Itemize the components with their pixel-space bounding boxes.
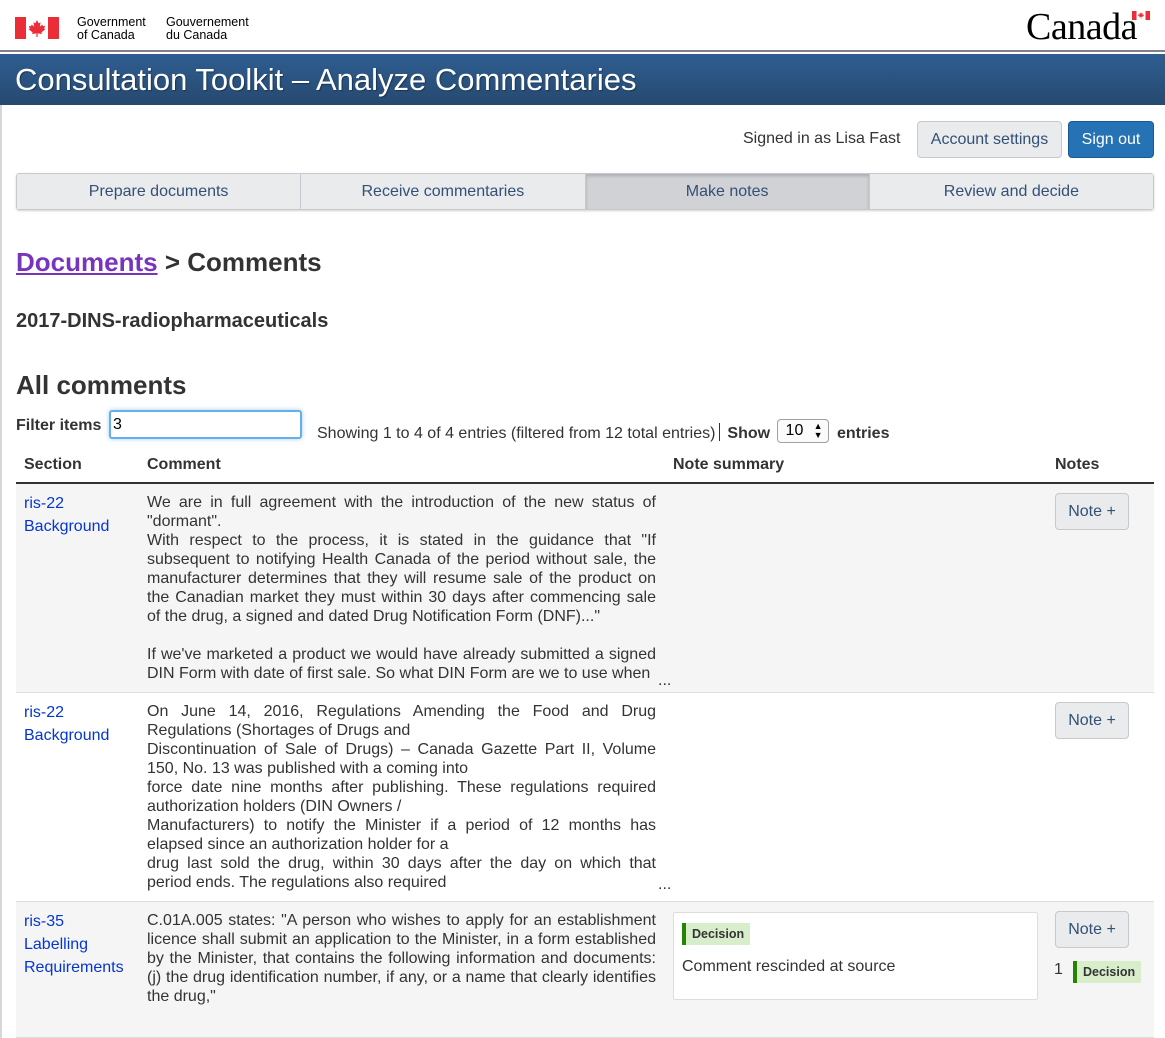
table-row: ris-35 Labelling Requirements C.01A.005 … xyxy=(16,902,1154,1038)
canada-flag-icon xyxy=(15,17,59,39)
breadcrumb: Documents > Comments xyxy=(16,246,322,278)
comment-text: C.01A.005 states: "A person who wishes t… xyxy=(147,911,656,1021)
select-arrows-icon: ▲ ▼ xyxy=(813,421,823,440)
comment-paragraph: force date nine months after publishing.… xyxy=(147,779,656,815)
wordmark-flag-icon xyxy=(1132,11,1150,20)
step-make-notes[interactable]: Make notes xyxy=(585,174,870,209)
comment-paragraph: Manufacturers) to notify the Minister if… xyxy=(147,817,656,853)
gouvernement-du-canada-text: Gouvernement du Canada xyxy=(166,16,249,42)
canada-wordmark: Canada xyxy=(1026,6,1154,46)
section-name: Background xyxy=(24,518,110,535)
info-separator xyxy=(719,423,721,441)
comment-paragraph: On June 14, 2016, Regulations Amending t… xyxy=(147,703,656,739)
breadcrumb-documents-link[interactable]: Documents xyxy=(16,247,158,277)
section-link[interactable]: ris-22 Background xyxy=(24,492,109,538)
app-title-bar: Consultation Toolkit – Analyze Commentar… xyxy=(0,54,1165,105)
note-summary-text: Comment rescinded at source xyxy=(682,958,896,975)
app-title: Consultation Toolkit – Analyze Commentar… xyxy=(15,62,637,97)
column-header-comment[interactable]: Comment xyxy=(147,456,221,474)
section-name: Requirements xyxy=(24,959,124,976)
decision-tag: Decision xyxy=(682,923,751,945)
column-header-section[interactable]: Section xyxy=(24,456,82,474)
section-id: ris-22 xyxy=(24,495,65,512)
breadcrumb-separator: > xyxy=(164,247,180,277)
add-note-button[interactable]: Note + xyxy=(1055,911,1129,948)
comment-paragraph: If we've marketed a product we would hav… xyxy=(147,646,656,682)
filter-label: Filter items xyxy=(16,417,102,434)
show-label: Show xyxy=(727,425,771,442)
section-link[interactable]: ris-35 Labelling Requirements xyxy=(24,910,124,979)
comment-text: We are in full agreement with the introd… xyxy=(147,493,656,683)
breadcrumb-current: Comments xyxy=(187,247,322,277)
page-length-value: 10 xyxy=(785,422,804,439)
comment-paragraph: With respect to the process, it is state… xyxy=(147,532,656,625)
note-summary-card: Decision Comment rescinded at source xyxy=(673,912,1038,1000)
page-length-select[interactable]: 10 ▲ ▼ xyxy=(776,419,829,443)
signed-in-status: Signed in as Lisa Fast xyxy=(743,130,901,147)
sign-out-button[interactable]: Sign out xyxy=(1068,121,1154,158)
section-id: ris-35 xyxy=(24,913,65,930)
wordmark-text: Canada xyxy=(1026,6,1137,48)
gov-fr-line2: du Canada xyxy=(166,28,228,42)
entries-label: entries xyxy=(837,425,890,442)
comment-truncation-ellipsis: ... xyxy=(658,876,672,893)
gov-banner: Government of Canada Gouvernement du Can… xyxy=(0,0,1165,52)
comment-paragraph: Discontinuation of Sale of Drugs) – Cana… xyxy=(147,741,656,777)
document-title: 2017-DINS-radiopharmaceuticals xyxy=(16,310,329,332)
step-prepare-documents[interactable]: Prepare documents xyxy=(17,174,302,209)
step-receive-commentaries[interactable]: Receive commentaries xyxy=(301,174,586,209)
comment-paragraph: drug last sold the drug, within 30 days … xyxy=(147,855,656,891)
step-review-and-decide[interactable]: Review and decide xyxy=(869,174,1153,209)
column-header-note-summary[interactable]: Note summary xyxy=(673,456,784,474)
comment-text: On June 14, 2016, Regulations Amending t… xyxy=(147,702,656,892)
table-row: ris-22 Background We are in full agreeme… xyxy=(16,484,1154,693)
filter-input[interactable] xyxy=(109,410,302,439)
government-of-canada-text: Government of Canada xyxy=(77,16,146,42)
section-link[interactable]: ris-22 Background xyxy=(24,701,109,747)
comment-truncation-ellipsis: ... xyxy=(658,672,672,689)
section-id: ris-22 xyxy=(24,704,65,721)
account-settings-button[interactable]: Account settings xyxy=(917,121,1062,158)
column-header-notes[interactable]: Notes xyxy=(1055,456,1099,474)
table-row: ris-22 Background On June 14, 2016, Regu… xyxy=(16,693,1154,902)
workflow-steps-nav: Prepare documents Receive commentaries M… xyxy=(16,173,1154,210)
showing-entries-text: Showing 1 to 4 of 4 entries (filtered fr… xyxy=(317,425,716,442)
comment-paragraph: C.01A.005 states: "A person who wishes t… xyxy=(147,912,656,1005)
section-name: Labelling xyxy=(24,936,89,953)
section-name: Background xyxy=(24,727,110,744)
gov-en-line2: of Canada xyxy=(77,28,135,42)
add-note-button[interactable]: Note + xyxy=(1055,702,1129,739)
comment-paragraph: We are in full agreement with the introd… xyxy=(147,494,656,530)
table-info: Showing 1 to 4 of 4 entries (filtered fr… xyxy=(317,419,889,443)
add-note-button[interactable]: Note + xyxy=(1055,493,1129,530)
content-frame-border xyxy=(0,105,2,1038)
all-comments-heading: All comments xyxy=(16,370,187,400)
note-count: 1 xyxy=(1054,961,1063,978)
note-decision-tag[interactable]: Decision xyxy=(1073,961,1142,983)
